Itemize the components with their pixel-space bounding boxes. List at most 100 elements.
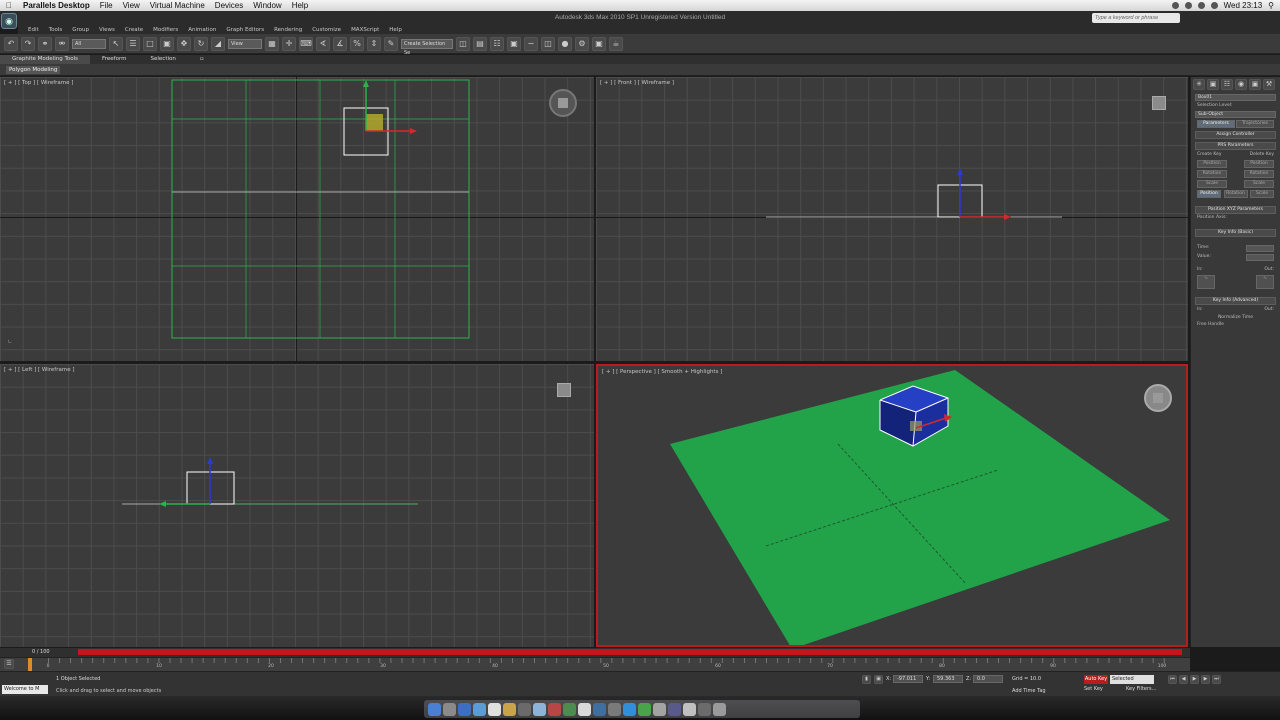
unlink-icon[interactable]: ⚮ <box>55 36 69 51</box>
next-frame-icon[interactable]: ▶ <box>1201 675 1210 684</box>
reference-coord-dropdown[interactable]: View <box>228 38 262 49</box>
named-selection-dropdown[interactable]: Create Selection Se <box>401 38 453 56</box>
menu-create[interactable]: Create <box>121 27 147 33</box>
prs-tab-position[interactable]: Position <box>1197 190 1221 198</box>
delete-scale-key-button[interactable]: Scale <box>1244 180 1274 188</box>
tab-freeform[interactable]: Freeform <box>90 55 139 64</box>
menu-maxscript[interactable]: MAXScript <box>347 27 383 33</box>
value-field[interactable] <box>1246 254 1274 261</box>
time-slider[interactable]: 0 / 100 <box>0 648 1190 657</box>
curve-editor-icon[interactable]: ∼ <box>524 36 538 51</box>
y-coordinate-field[interactable]: 59.363 <box>933 675 963 683</box>
finder-icon[interactable] <box>428 702 441 716</box>
app-icon[interactable] <box>623 702 636 716</box>
app-icon[interactable] <box>488 702 501 716</box>
window-crossing-icon[interactable]: ▣ <box>160 36 174 51</box>
create-scale-key-button[interactable]: Scale <box>1197 180 1227 188</box>
select-icon[interactable]: ↖ <box>109 36 123 51</box>
menu-help[interactable]: Help <box>385 27 406 33</box>
menu-animation[interactable]: Animation <box>184 27 220 33</box>
mirror-icon[interactable]: ◫ <box>456 36 470 51</box>
pivot-icon[interactable]: ▦ <box>265 36 279 51</box>
app-icon[interactable] <box>668 702 681 716</box>
viewport-front[interactable]: [ + ] [ Front ] [ Wireframe ] <box>596 77 1188 361</box>
redo-icon[interactable]: ↷ <box>21 36 35 51</box>
link-icon[interactable]: ⚭ <box>38 36 52 51</box>
align-icon[interactable]: ▤ <box>473 36 487 51</box>
prs-parameters-rollout[interactable]: PRS Parameters <box>1195 142 1276 150</box>
app-icon[interactable] <box>578 702 591 716</box>
rendered-frame-icon[interactable]: ▣ <box>592 36 606 51</box>
material-editor-icon[interactable]: ● <box>558 36 572 51</box>
app-icon[interactable] <box>638 702 651 716</box>
menu-virtual-machine[interactable]: Virtual Machine <box>145 0 210 11</box>
auto-key-button[interactable]: Auto Key <box>1084 675 1108 684</box>
parameters-button[interactable]: Parameters <box>1197 120 1235 128</box>
hierarchy-tab-icon[interactable]: ☷ <box>1221 79 1233 90</box>
app-icon[interactable] <box>608 702 621 716</box>
search-input[interactable]: Type a keyword or phrase <box>1092 13 1180 23</box>
app-icon[interactable] <box>458 702 471 716</box>
clock[interactable]: Wed 23:13 <box>1224 1 1263 10</box>
render-setup-icon[interactable]: ⚙ <box>575 36 589 51</box>
app-icon[interactable] <box>593 702 606 716</box>
viewcube-icon[interactable] <box>1144 384 1172 412</box>
menu-view[interactable]: View <box>118 0 145 11</box>
tab-graphite-modeling-tools[interactable]: Graphite Modeling Tools <box>0 55 91 64</box>
select-by-name-icon[interactable]: ☰ <box>126 36 140 51</box>
time-field[interactable] <box>1246 245 1274 252</box>
app-icon[interactable] <box>533 702 546 716</box>
create-rotation-key-button[interactable]: Rotation <box>1197 170 1227 178</box>
motion-tab-icon[interactable]: ◉ <box>1235 79 1247 90</box>
percent-snap-icon[interactable]: % <box>350 36 364 51</box>
menu-app[interactable]: Parallels Desktop <box>18 0 95 11</box>
viewport-left[interactable]: [ + ] [ Left ] [ Wireframe ] <box>0 364 594 647</box>
keyboard-icon[interactable]: ⌨ <box>299 36 313 51</box>
go-to-start-icon[interactable]: ⏮ <box>1168 675 1177 684</box>
track-bar-menu-icon[interactable]: ☰ <box>4 659 14 669</box>
viewcube-icon[interactable] <box>557 383 571 397</box>
app-icon[interactable] <box>443 702 456 716</box>
go-to-end-icon[interactable]: ⏭ <box>1212 675 1221 684</box>
in-tangent-icon[interactable]: ∿ <box>1197 275 1215 289</box>
spinner-snap-icon[interactable]: ⇕ <box>367 36 381 51</box>
menu-views[interactable]: Views <box>95 27 119 33</box>
trajectories-button[interactable]: Trajectories <box>1236 120 1274 128</box>
object-name-field[interactable]: Box01 <box>1195 94 1276 101</box>
set-key-button[interactable]: Set Key <box>1084 686 1103 692</box>
normalize-time-button[interactable]: Normalize Time <box>1197 315 1274 321</box>
app-logo-icon[interactable]: ◉ <box>1 13 17 29</box>
play-icon[interactable]: ▶ <box>1190 675 1199 684</box>
lock-icon[interactable]: ▮ <box>862 675 871 684</box>
position-xyz-rollout[interactable]: Position XYZ Parameters <box>1195 206 1276 214</box>
x-coordinate-field[interactable]: -97.011 <box>893 675 923 683</box>
viewport-perspective[interactable]: [ + ] [ Perspective ] [ Smooth + Highlig… <box>596 364 1188 647</box>
graphite-toggle-icon[interactable]: ▣ <box>507 36 521 51</box>
display-tab-icon[interactable]: ▣ <box>1249 79 1261 90</box>
angle-snap-icon[interactable]: ∡ <box>333 36 347 51</box>
tab-selection[interactable]: Selection <box>139 55 188 64</box>
menu-group[interactable]: Group <box>68 27 93 33</box>
panel-polygon-modeling[interactable]: Polygon Modeling <box>6 66 61 74</box>
add-time-tag[interactable]: Add Time Tag <box>1012 688 1046 694</box>
volume-icon[interactable] <box>1210 2 1218 9</box>
menu-rendering[interactable]: Rendering <box>270 27 306 33</box>
create-position-key-button[interactable]: Position <box>1197 160 1227 168</box>
scale-icon[interactable]: ◢ <box>211 36 225 51</box>
time-marker[interactable] <box>28 658 32 671</box>
menu-customize[interactable]: Customize <box>308 27 345 33</box>
maxscript-listener-input[interactable]: Welcome to M <box>2 685 48 694</box>
time-slider-bar[interactable] <box>78 649 1182 655</box>
selection-filter-dropdown[interactable]: All <box>72 38 106 49</box>
key-info-advanced-rollout[interactable]: Key Info (Advanced) <box>1195 297 1276 305</box>
status-icon[interactable] <box>1171 2 1179 9</box>
key-filters-button[interactable]: Key Filters... <box>1126 686 1156 692</box>
utilities-tab-icon[interactable]: ⚒ <box>1263 79 1275 90</box>
menu-edit[interactable]: Edit <box>24 27 43 33</box>
key-mode-dropdown[interactable]: Selected <box>1110 675 1154 684</box>
app-icon[interactable] <box>563 702 576 716</box>
menu-help[interactable]: Help <box>287 0 313 11</box>
track-bar[interactable]: ☰ 0 10 20 30 40 50 60 70 80 90 100 <box>0 657 1190 671</box>
apple-icon[interactable]:  <box>0 1 18 10</box>
viewcube-icon[interactable] <box>1152 96 1166 110</box>
